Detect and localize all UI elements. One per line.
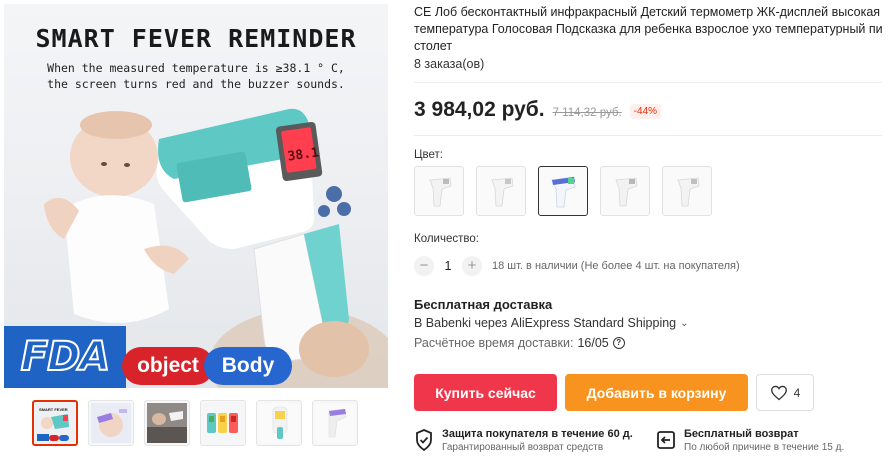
thumbnail-4[interactable] [200, 400, 246, 446]
shipping-method-selector[interactable]: В Babenki через AliExpress Standard Ship… [414, 316, 689, 330]
return-icon [657, 431, 675, 449]
quantity-decrease-button[interactable]: − [414, 256, 434, 276]
thermometer-white-gray-icon [615, 177, 638, 207]
color-options [414, 166, 712, 216]
buyer-protection-subtitle: Гарантированный возврат средств [442, 442, 604, 453]
divider [414, 82, 882, 83]
thumbnail-image [147, 403, 187, 443]
thumbnail-1[interactable]: SMART FEVER [32, 400, 78, 446]
thumbnail-2[interactable] [88, 400, 134, 446]
add-to-cart-button[interactable]: Добавить в корзину [565, 374, 748, 411]
old-price: 7 114,32 руб. [552, 107, 622, 119]
delivery-estimate: Расчётное время доставки: 16/05 ? [414, 336, 625, 350]
svg-text:SMART FEVER: SMART FEVER [39, 407, 68, 412]
free-return-title: Бесплатный возврат [684, 428, 799, 440]
fda-badge: FDA [4, 326, 126, 388]
wishlist-button[interactable]: 4 [756, 374, 814, 411]
free-return[interactable]: Бесплатный возврат По любой причине в те… [656, 428, 844, 454]
color-option-3[interactable] [538, 166, 588, 216]
color-option-5[interactable] [662, 166, 712, 216]
thumbnail-image [315, 403, 355, 443]
thumbnail-image: SMART FEVER [35, 403, 75, 443]
quantity-increase-button[interactable]: + [462, 256, 482, 276]
thumbnail-strip: SMART FEVER [32, 400, 358, 446]
buy-now-button[interactable]: Купить сейчас [414, 374, 557, 411]
quantity-stepper: − 1 + 18 шт. в наличии (Не более 4 шт. н… [414, 256, 740, 276]
quantity-label: Количество: [414, 233, 479, 245]
delivery-estimate-date: 16/05 [577, 336, 609, 350]
shipping-title: Бесплатная доставка [414, 297, 553, 312]
thumbnail-image [91, 403, 131, 443]
color-option-2[interactable] [476, 166, 526, 216]
orders-count[interactable]: 8 заказа(ов) [414, 57, 484, 71]
stock-note: 18 шт. в наличии (Не более 4 шт. на поку… [492, 260, 740, 272]
object-mode-pill: object [122, 347, 214, 385]
heart-icon [770, 385, 787, 400]
thumbnail-3[interactable] [144, 400, 190, 446]
promo-headline: SMART FEVER REMINDER [35, 24, 357, 53]
main-product-image[interactable]: SMART FEVER REMINDER When the measured t… [4, 4, 388, 388]
promo-subline: When the measured temperature is ≥38.1 °… [47, 61, 345, 91]
body-mode-pill: Body [204, 347, 292, 385]
product-title: CE Лоб бесконтактный инфракрасный Детски… [414, 5, 883, 53]
thermometer-blue-green-icon [551, 176, 576, 208]
current-price: 3 984,02 руб. [414, 98, 545, 121]
thermometer-white-gray-icon [677, 177, 700, 207]
discount-badge: -44% [629, 104, 662, 119]
fda-badge-text: FDA [20, 333, 112, 381]
shield-check-icon [416, 429, 432, 452]
chevron-down-icon: ⌄ [680, 317, 689, 329]
thumbnail-image [259, 403, 299, 443]
help-icon[interactable]: ? [612, 337, 625, 349]
color-option-1[interactable] [414, 166, 464, 216]
thermometer-white-gray-icon [491, 177, 514, 207]
thermometer-white-gray-icon [429, 177, 452, 207]
color-option-4[interactable] [600, 166, 650, 216]
price-row: 3 984,02 руб. 7 114,32 руб. -44% [414, 98, 662, 122]
delivery-estimate-label: Расчётное время доставки: [414, 336, 574, 350]
free-return-subtitle: По любой причине в течение 15 д. [684, 442, 845, 453]
thumbnail-5[interactable] [256, 400, 302, 446]
buyer-protection[interactable]: Защита покупателя в течение 60 д. Гарант… [414, 428, 633, 454]
quantity-value[interactable]: 1 [434, 259, 462, 273]
wishlist-count: 4 [793, 385, 801, 400]
buyer-protection-title: Защита покупателя в течение 60 д. [442, 428, 633, 440]
thumbnail-6[interactable] [312, 400, 358, 446]
thumbnail-image [203, 403, 243, 443]
divider [414, 135, 882, 136]
color-label: Цвет: [414, 149, 443, 161]
shipping-method-text: В Babenki через AliExpress Standard Ship… [414, 316, 677, 330]
